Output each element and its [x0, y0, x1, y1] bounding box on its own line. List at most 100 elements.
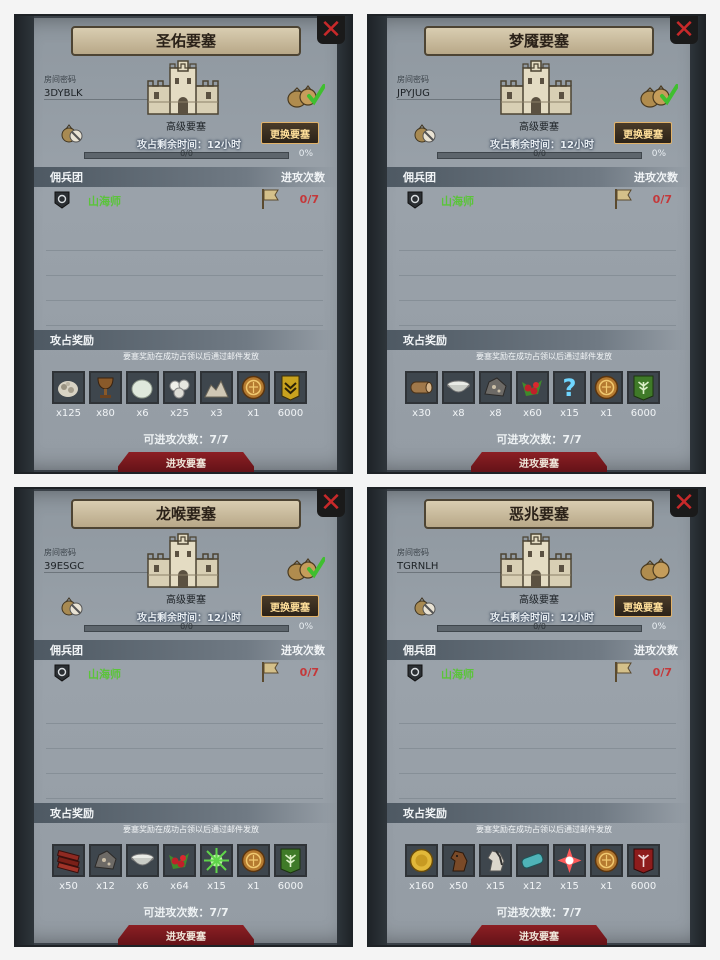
berries-icon: [522, 380, 542, 396]
guild-shield-icon: [407, 664, 423, 682]
reward-bag-icon[interactable]: [287, 555, 325, 581]
change-fortress-button[interactable]: 更换要塞: [614, 595, 672, 617]
flag-icon: [615, 189, 632, 209]
reward-count: x1: [600, 408, 613, 419]
fortress-title: 恶兆要塞: [508, 505, 569, 523]
reward-item[interactable]: [405, 844, 438, 877]
chalice-icon: [97, 377, 114, 398]
reward-item[interactable]: [237, 371, 270, 404]
reward-item[interactable]: [442, 371, 475, 404]
reward-item[interactable]: [627, 844, 660, 877]
reward-bag-icon[interactable]: [640, 555, 678, 581]
close-button[interactable]: ✕: [670, 16, 698, 44]
attack-fortress-button[interactable]: 进攻要塞: [471, 925, 607, 945]
mercenary-name[interactable]: 山海师: [441, 666, 474, 682]
reward-count: x1: [600, 881, 613, 892]
reward-count: x12: [523, 881, 542, 892]
mercenary-name[interactable]: 山海师: [88, 666, 121, 682]
svg-text:?: ?: [563, 374, 577, 401]
close-icon: ✕: [673, 15, 695, 45]
fortress-panel: ✕ 龙喉要塞 房间密码 39ESGC 高级要塞 攻占剩余时间：12小时 更换要塞…: [14, 487, 353, 947]
reward-count: 6000: [630, 881, 657, 892]
red-banner-icon: [633, 848, 654, 874]
reward-item[interactable]: [442, 844, 475, 877]
reward-item[interactable]: ?: [553, 371, 586, 404]
change-fortress-button[interactable]: 更换要塞: [614, 122, 672, 144]
change-fortress-label: 更换要塞: [623, 603, 663, 614]
attack-fortress-button[interactable]: 进攻要塞: [118, 925, 254, 945]
coin-icon: [241, 848, 266, 873]
mercenary-list: [46, 699, 323, 799]
reward-count: x50: [59, 881, 78, 892]
reward-item[interactable]: [237, 844, 270, 877]
reward-item[interactable]: [553, 844, 586, 877]
reward-count: x125: [55, 408, 81, 419]
mercenary-name[interactable]: 山海师: [441, 193, 474, 209]
progress-text: 0/0: [533, 149, 546, 158]
reward-item[interactable]: [52, 371, 85, 404]
attack-fortress-button[interactable]: 进攻要塞: [471, 452, 607, 472]
attack-fortress-label: 进攻要塞: [519, 932, 559, 943]
castle-icon: [147, 533, 219, 588]
reward-item[interactable]: [274, 844, 307, 877]
reward-item[interactable]: [274, 371, 307, 404]
reward-item[interactable]: [126, 371, 159, 404]
fortress-title-bar: 圣佑要塞: [71, 26, 301, 56]
gold-coin-icon: [409, 848, 434, 873]
reward-bag-icon[interactable]: [287, 82, 325, 108]
reward-item[interactable]: [89, 371, 122, 404]
fortress-level: 高级要塞: [519, 122, 559, 133]
attack-count: 0/7: [652, 193, 672, 206]
reward-item[interactable]: [89, 844, 122, 877]
progress-text: 0/0: [180, 622, 193, 631]
reward-items: [405, 844, 660, 877]
mercenary-name[interactable]: 山海师: [88, 193, 121, 209]
reward-item[interactable]: [126, 844, 159, 877]
change-fortress-button[interactable]: 更换要塞: [261, 122, 319, 144]
reward-item[interactable]: [52, 844, 85, 877]
reward-bag-icon[interactable]: [640, 82, 678, 108]
reward-item[interactable]: [405, 371, 438, 404]
ore-rock-icon: [94, 850, 117, 870]
reward-item[interactable]: [200, 844, 233, 877]
mercenary-header: 佣兵团: [403, 644, 436, 657]
flag-icon: [262, 662, 279, 682]
mercenary-list: [399, 699, 676, 799]
reward-item[interactable]: [163, 844, 196, 877]
fortress-title-bar: 龙喉要塞: [71, 499, 301, 529]
reward-item[interactable]: [590, 844, 623, 877]
reward-count: x6: [136, 881, 149, 892]
reward-item[interactable]: [163, 371, 196, 404]
attack-count: 0/7: [652, 666, 672, 679]
reward-item[interactable]: [516, 844, 549, 877]
reward-item[interactable]: [590, 371, 623, 404]
attack-fortress-button[interactable]: 进攻要塞: [118, 452, 254, 472]
progress-text: 0/0: [533, 622, 546, 631]
attack-count: 0/7: [299, 666, 319, 679]
reward-count: x15: [207, 881, 226, 892]
flag-icon: [262, 189, 279, 209]
close-icon: ✕: [320, 15, 342, 45]
mercenary-header: 佣兵团: [50, 171, 83, 184]
reward-count: x80: [96, 408, 115, 419]
reward-item[interactable]: [479, 371, 512, 404]
progress-percent: 0%: [651, 149, 666, 159]
reward-item[interactable]: [200, 371, 233, 404]
close-button[interactable]: ✕: [317, 16, 345, 44]
green-burst-icon: [204, 848, 229, 873]
change-fortress-label: 更换要塞: [270, 603, 310, 614]
attack-fortress-label: 进攻要塞: [519, 459, 559, 470]
close-button[interactable]: ✕: [670, 489, 698, 517]
no-mercenary-icon: [61, 124, 83, 143]
room-code-label: 房间密码: [397, 75, 429, 84]
reward-header: 攻占奖励: [403, 334, 447, 347]
reward-item[interactable]: [627, 371, 660, 404]
reward-item[interactable]: [479, 844, 512, 877]
attempts-left: 可进攻次数：7/7: [143, 433, 229, 446]
close-button[interactable]: ✕: [317, 489, 345, 517]
planks-icon: [56, 849, 80, 874]
guild-shield-icon: [407, 191, 423, 209]
change-fortress-button[interactable]: 更换要塞: [261, 595, 319, 617]
reward-item[interactable]: [516, 371, 549, 404]
mercenary-header: 佣兵团: [50, 644, 83, 657]
